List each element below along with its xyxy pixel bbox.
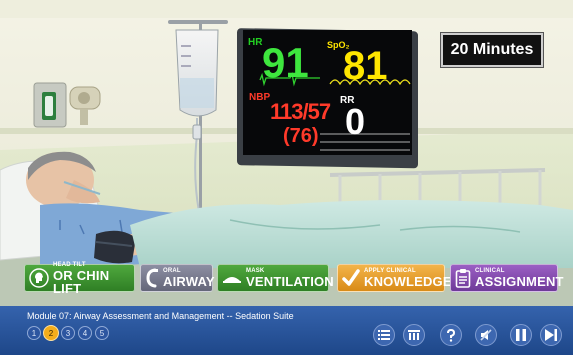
module-title: Module 07: Airway Assessment and Managem… — [27, 311, 294, 321]
hr-value: 91 — [262, 39, 309, 86]
mask-ventilation-label: VENTILATION — [246, 274, 334, 289]
head-tilt-small-label: HEAD TILT — [53, 261, 86, 268]
pause-button[interactable] — [510, 324, 532, 346]
rr-value: 0 — [345, 101, 366, 142]
spo2-value: 81 — [343, 44, 388, 88]
nbp-label: NBP — [249, 92, 271, 103]
menu-icon — [378, 330, 390, 340]
next-button[interactable] — [540, 324, 562, 346]
pause-icon — [516, 329, 526, 341]
nbp-value: 113/57 — [270, 99, 331, 124]
next-icon — [545, 329, 557, 341]
knowledge-label: KNOWLEDGE — [364, 274, 452, 289]
page-button-5[interactable]: 5 — [95, 326, 109, 340]
timer-display: 20 Minutes — [441, 33, 543, 67]
menu-button[interactable] — [373, 324, 395, 346]
help-icon — [447, 328, 456, 342]
head-tilt-chin-lift-button[interactable]: HEAD TILT OR CHIN LIFT — [24, 261, 135, 296]
oral-airway-icon — [146, 268, 158, 288]
page-button-1[interactable]: 1 — [27, 326, 41, 340]
nbp-mean-value: (76) — [283, 125, 319, 147]
page-button-3[interactable]: 3 — [61, 326, 75, 340]
mask-ventilation-button[interactable]: MASK VENTILATION — [217, 264, 334, 292]
hr-label: HR — [248, 37, 263, 48]
page-button-2-current[interactable]: 2 — [43, 325, 59, 341]
bed-sheet — [130, 200, 573, 268]
page-button-4[interactable]: 4 — [78, 326, 92, 340]
library-button[interactable] — [403, 324, 425, 346]
mute-button[interactable] — [475, 324, 497, 346]
library-icon — [408, 330, 420, 340]
assignment-label: ASSIGNMENT — [475, 274, 564, 289]
apply-clinical-knowledge-button[interactable]: APPLY CLINICAL KNOWLEDGE — [337, 264, 452, 292]
clinical-assignment-button[interactable]: CLINICAL ASSIGNMENT — [450, 264, 563, 292]
help-button[interactable] — [440, 324, 462, 346]
clipboard-icon — [455, 269, 471, 288]
oral-airway-label: AIRWAY — [163, 274, 215, 289]
checkmark-icon — [342, 269, 360, 286]
head-profile-icon — [29, 268, 49, 288]
simulation-stage: 20 Minutes HR 91 SpO₂ 81 NBP 113/57 (76)… — [0, 0, 573, 355]
head-tilt-label: OR CHIN LIFT — [53, 267, 110, 296]
oral-airway-button[interactable]: ORAL AIRWAY — [140, 264, 215, 292]
mute-icon — [480, 329, 492, 341]
mask-icon — [223, 277, 241, 283]
